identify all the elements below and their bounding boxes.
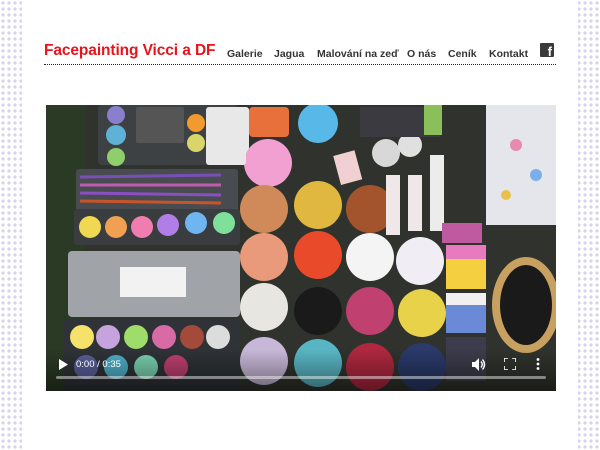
nav-item-o-nas[interactable]: O nás bbox=[407, 48, 436, 60]
nav-item-cenik[interactable]: Ceník bbox=[448, 48, 477, 60]
fullscreen-icon[interactable] bbox=[504, 358, 516, 370]
site-logo[interactable]: Facepainting Vicci a DF bbox=[44, 42, 216, 60]
nav-item-kontakt[interactable]: Kontakt bbox=[489, 48, 528, 60]
nav-item-malovani-na-zed[interactable]: Malování na zeď bbox=[317, 48, 399, 60]
video-controls: 0:00 / 0:35 bbox=[46, 349, 556, 391]
volume-icon[interactable] bbox=[472, 358, 486, 371]
site-header: Facepainting Vicci a DF Galerie Jagua Ma… bbox=[44, 38, 556, 65]
page: Facepainting Vicci a DF Galerie Jagua Ma… bbox=[22, 0, 578, 450]
video-time: 0:00 / 0:35 bbox=[76, 359, 121, 370]
facebook-icon[interactable]: f bbox=[540, 43, 554, 58]
more-options-icon[interactable] bbox=[536, 358, 540, 370]
play-icon[interactable] bbox=[58, 359, 68, 370]
video-player[interactable]: 0:00 / 0:35 bbox=[46, 105, 556, 391]
nav-item-galerie[interactable]: Galerie bbox=[227, 48, 263, 60]
nav-item-jagua[interactable]: Jagua bbox=[274, 48, 304, 60]
video-progress-bar[interactable] bbox=[56, 376, 546, 379]
